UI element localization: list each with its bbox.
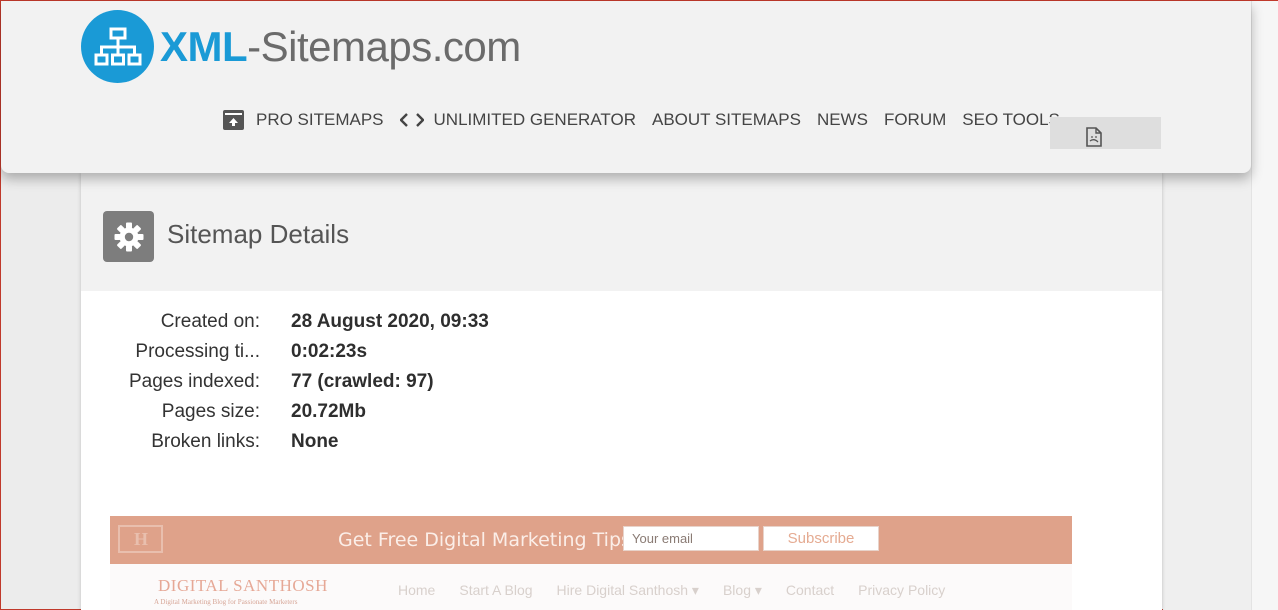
promo-bar: H Get Free Digital Marketing Tips! Your … (110, 516, 1072, 564)
code-icon (399, 112, 424, 128)
detail-value: None (291, 431, 339, 452)
logo-wordmark: XML-Sitemaps.com (160, 23, 521, 71)
nav-about-sitemaps[interactable]: ABOUT SITEMAPS (652, 110, 801, 130)
detail-label: Pages indexed: (129, 371, 260, 392)
site-header: XML-Sitemaps.com PRO SITEMAPS UNLIMITED … (1, 1, 1251, 173)
sitemap-details-card: Sitemap Details Created on: 28 August 20… (81, 173, 1162, 610)
detail-row-broken-links: Broken links: None (81, 427, 489, 457)
preview-menu: Home Start A Blog Hire Digital Santhosh … (398, 582, 969, 599)
detail-value: 20.72Mb (291, 401, 366, 422)
nav-label: FORUM (883, 110, 947, 129)
details-list: Created on: 28 August 2020, 09:33 Proces… (81, 307, 489, 457)
nav-unlimited-generator[interactable]: UNLIMITED GENERATOR (399, 110, 636, 130)
detail-value: 28 August 2020, 09:33 (291, 311, 489, 332)
nav-label: UNLIMITED GENERATOR (433, 110, 636, 129)
logo-xml: XML (160, 22, 248, 70)
nav-label: PRO SITEMAPS (256, 110, 384, 129)
preview-menu-item: Contact (785, 582, 835, 598)
card-header: Sitemap Details (81, 173, 1162, 291)
detail-value: 0:02:23s (291, 341, 368, 362)
detail-label: Pages size: (161, 401, 260, 422)
preview-site-brand: DIGITAL SANTHOSH (158, 576, 328, 595)
nav-seo-tools[interactable]: SEO TOOLS (962, 110, 1060, 130)
preview-site-tagline: A Digital Marketing Blog for Passionate … (154, 598, 298, 606)
detail-label: Processing ti... (135, 341, 260, 362)
preview-site-nav: DIGITAL SANTHOSH A Digital Marketing Blo… (110, 564, 1072, 610)
detail-row-created: Created on: 28 August 2020, 09:33 (81, 307, 489, 337)
detail-value: 77 (crawled: 97) (291, 371, 434, 392)
promo-text: Get Free Digital Marketing Tips! (338, 529, 639, 551)
document-icon (1086, 127, 1102, 152)
archive-icon (223, 110, 244, 130)
detail-label: Broken links: (151, 431, 260, 452)
scrollbar-track[interactable] (1251, 1, 1278, 610)
detail-row-processing: Processing ti... 0:02:23s (81, 337, 489, 367)
language-selector[interactable] (1050, 117, 1161, 149)
gear-icon (103, 211, 154, 262)
sitemap-icon (81, 10, 154, 83)
nav-label: ABOUT SITEMAPS (651, 110, 801, 129)
logo-domain: -Sitemaps.com (247, 22, 521, 70)
detail-row-pages-size: Pages size: 20.72Mb (81, 397, 489, 427)
site-screenshot-preview: H Get Free Digital Marketing Tips! Your … (110, 516, 1072, 610)
page-title: Sitemap Details (167, 219, 350, 249)
nav-pro-sitemaps[interactable]: PRO SITEMAPS (223, 110, 384, 130)
preview-menu-item: Privacy Policy (858, 582, 946, 598)
preview-menu-item: Start A Blog (459, 582, 533, 598)
email-field: Your email (623, 526, 759, 551)
nav-label: NEWS (816, 110, 868, 129)
nav-forum[interactable]: FORUM (884, 110, 946, 130)
nav-label: SEO TOOLS (962, 110, 1060, 129)
detail-label: Created on: (160, 311, 260, 332)
subscribe-button: Subscribe (763, 526, 879, 551)
promo-logo: H (118, 525, 163, 553)
site-logo[interactable]: XML-Sitemaps.com (81, 10, 521, 83)
nav-news[interactable]: NEWS (817, 110, 868, 130)
detail-row-pages-indexed: Pages indexed: 77 (crawled: 97) (81, 367, 489, 397)
preview-menu-item: Hire Digital Santhosh ▾ (556, 582, 699, 598)
preview-menu-item: Home (398, 582, 436, 598)
main-nav: PRO SITEMAPS UNLIMITED GENERATOR ABOUT S… (223, 110, 1076, 130)
preview-menu-item: Blog ▾ (722, 582, 762, 598)
